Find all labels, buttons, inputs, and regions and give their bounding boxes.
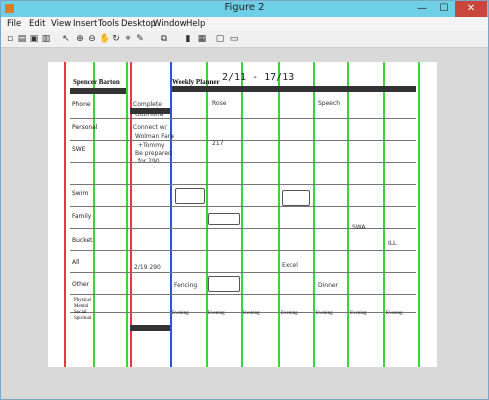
row-divider <box>70 250 416 251</box>
row-divider <box>70 272 416 273</box>
link-icon[interactable]: ⧉ <box>159 34 169 44</box>
dock-icon[interactable]: ▭ <box>229 34 239 44</box>
evening-label: Evening <box>316 311 333 316</box>
wellness-label: Social <box>74 310 87 315</box>
note: Wolman Fara <box>135 133 174 140</box>
datacursor-icon[interactable]: ⌖ <box>123 34 133 44</box>
wellness-label: Spiritual <box>74 316 92 321</box>
row-label: SWE <box>72 146 86 153</box>
scribble <box>208 213 240 225</box>
wellness-label: Mental <box>74 304 89 309</box>
green-line <box>383 62 385 367</box>
legend-icon[interactable]: ▦ <box>197 34 207 44</box>
rotate-icon[interactable]: ↻ <box>111 34 121 44</box>
row-label: Phone <box>72 101 91 108</box>
note: +Tommy <box>138 142 165 149</box>
new-icon[interactable]: ▫ <box>5 34 15 44</box>
green-line <box>418 62 420 367</box>
planner-entry: 217 <box>212 140 224 147</box>
planner-entry: Excel <box>282 262 298 269</box>
row-divider <box>70 118 416 119</box>
planner-entry: Rose <box>212 100 227 107</box>
header-bar <box>130 325 170 331</box>
row-divider <box>70 184 416 185</box>
menu-file[interactable]: File <box>7 19 21 29</box>
pan-icon[interactable]: ✋ <box>99 34 110 44</box>
row-label: Bucket <box>72 237 93 244</box>
menu-insert[interactable]: Insert <box>73 19 97 29</box>
note: Be prepared <box>135 150 172 157</box>
red-line <box>64 62 66 367</box>
header-bar <box>172 86 416 92</box>
close-button[interactable]: ✕ <box>455 1 487 17</box>
menu-bar: File Edit View Insert Tools Desktop Wind… <box>1 17 488 31</box>
menu-help[interactable]: Help <box>186 19 205 29</box>
colorbar-icon[interactable]: ▮ <box>183 34 193 44</box>
menu-edit[interactable]: Edit <box>29 19 45 29</box>
print-icon[interactable]: ▥ <box>41 34 51 44</box>
planner-dates: 2/11 - 17/13 <box>222 72 295 83</box>
row-divider <box>70 162 416 163</box>
zoom-out-icon[interactable]: ⊖ <box>87 34 97 44</box>
scribble <box>208 276 240 292</box>
planner-title: Weekly Planner <box>172 78 220 86</box>
menu-desktop[interactable]: Desktop <box>121 19 156 29</box>
green-line <box>126 62 128 367</box>
menu-tools[interactable]: Tools <box>98 19 119 29</box>
save-icon[interactable]: ▣ <box>29 34 39 44</box>
row-label: Family <box>72 213 92 220</box>
open-icon[interactable]: ▤ <box>17 34 27 44</box>
green-line <box>278 62 280 367</box>
pointer-icon[interactable]: ↖ <box>61 34 71 44</box>
green-line <box>241 62 243 367</box>
planner-entry: Speech <box>318 100 341 107</box>
row-label: Personal <box>72 124 98 131</box>
green-line <box>347 62 349 367</box>
row-label: All <box>72 259 80 266</box>
green-line <box>93 62 95 367</box>
planner-entry: Fencing <box>174 282 198 289</box>
header-bar <box>70 88 126 94</box>
menu-window[interactable]: Window <box>153 19 187 29</box>
evening-label: Evening <box>208 311 225 316</box>
zoom-in-icon[interactable]: ⊕ <box>75 34 85 44</box>
scribble <box>282 190 310 206</box>
row-divider <box>70 294 416 295</box>
planner-entry: ILL <box>388 240 397 247</box>
note: Complete <box>133 101 162 108</box>
minimize-button[interactable]: — <box>411 1 433 17</box>
planner-entry: Dinner <box>318 282 339 289</box>
maximize-button[interactable]: ☐ <box>433 1 455 17</box>
row-divider <box>70 206 416 207</box>
scribble <box>175 188 205 204</box>
title-bar: Figure 2 — ☐ ✕ <box>1 1 488 17</box>
planner-entry: 2/19 290 <box>134 264 161 271</box>
evening-label: Evening <box>281 311 298 316</box>
brush-icon[interactable]: ✎ <box>135 34 145 44</box>
evening-label: Evening <box>172 311 189 316</box>
row-label: Other <box>72 281 90 288</box>
wellness-label: Physical <box>74 298 91 303</box>
toolbar: ▫ ▤ ▣ ▥ ↖ ⊕ ⊖ ✋ ↻ ⌖ ✎ ⧉ ▮ ▦ ▢ ▭ <box>1 31 488 48</box>
planner-entry: SWA <box>352 224 366 231</box>
row-divider <box>70 140 416 141</box>
menu-view[interactable]: View <box>51 19 71 29</box>
plot-tools-icon[interactable]: ▢ <box>215 34 225 44</box>
planner-name: Spencer Barton <box>73 78 120 86</box>
green-line <box>313 62 315 367</box>
blue-line <box>170 62 172 367</box>
evening-label: Evening <box>350 311 367 316</box>
note: OutilTuna <box>135 111 164 118</box>
evening-label: Evening <box>243 311 260 316</box>
row-label: Swim <box>72 190 89 197</box>
note: Connect w/ <box>133 124 167 131</box>
evening-label: Evening <box>386 311 403 316</box>
